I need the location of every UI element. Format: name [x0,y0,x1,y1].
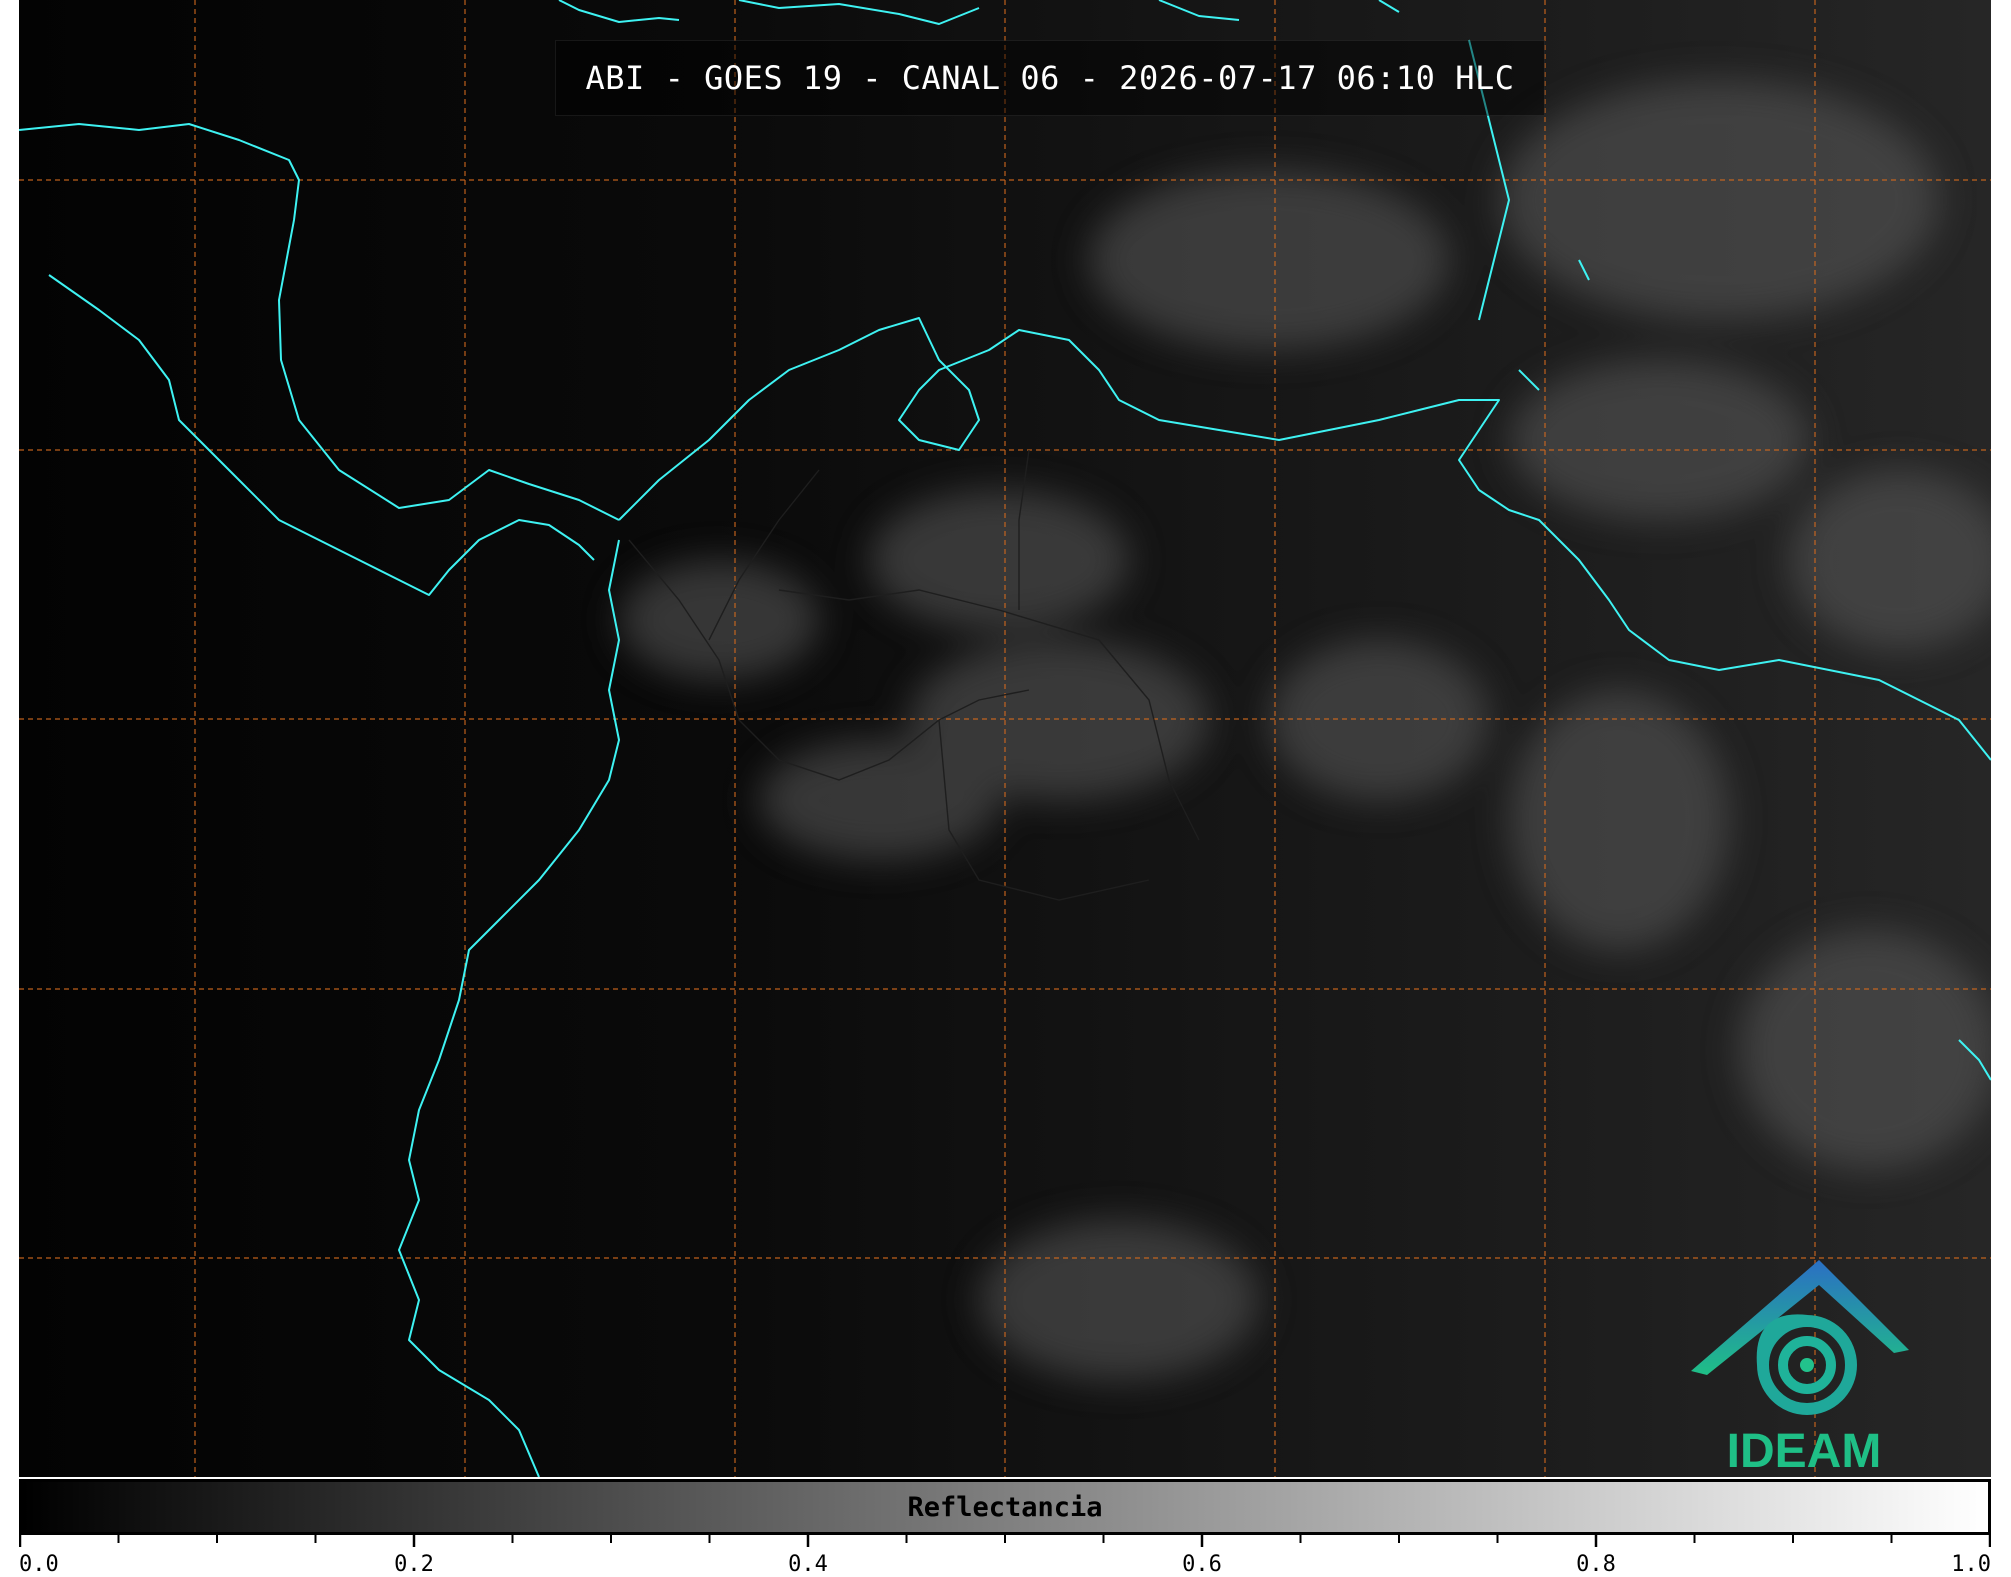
map-title: ABI - GOES 19 - CANAL 06 - 2026-07-17 06… [585,59,1515,97]
colorbar-tick-label: 0.4 [788,1552,828,1577]
colorbar-tick-label: 0.8 [1576,1552,1616,1577]
ideam-logo-icon: IDEAM [1679,1255,1919,1475]
colorbar-tick-label: 0.2 [394,1552,434,1577]
logo-text: IDEAM [1727,1425,1882,1475]
satellite-map[interactable]: ABI - GOES 19 - CANAL 06 - 2026-07-17 06… [19,0,1991,1477]
colorbar-tick-label: 1.0 [1951,1552,1991,1577]
title-banner: ABI - GOES 19 - CANAL 06 - 2026-07-17 06… [555,40,1545,116]
colorbar-label: Reflectancia [907,1491,1103,1523]
colorbar: Reflectancia [19,1479,1991,1535]
colorbar-axis: 0.0 0.2 0.4 0.6 0.8 1.0 [19,1535,1991,1577]
colorbar-tick-label: 0.0 [19,1552,59,1577]
colorbar-tick-label: 0.6 [1182,1552,1222,1577]
